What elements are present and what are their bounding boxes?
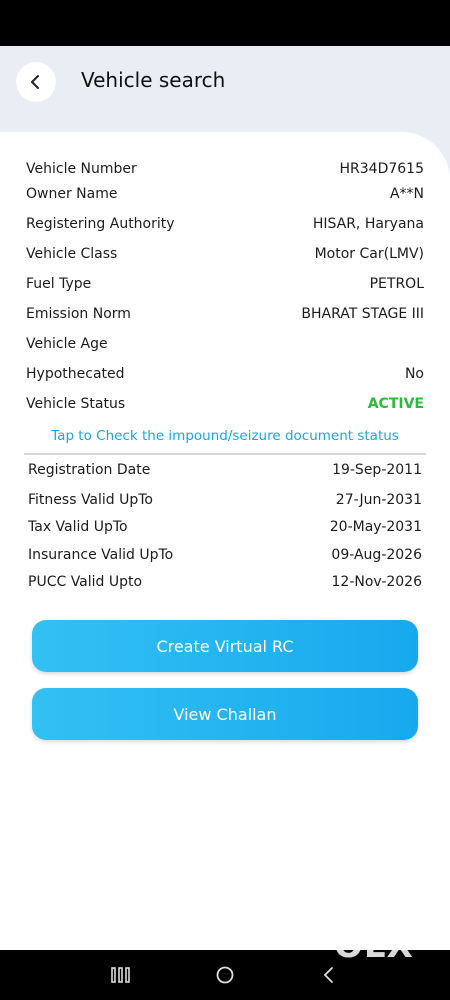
validity-row: Fitness Valid UpTo 27-Jun-2031 [28, 490, 422, 510]
detail-label: Vehicle Status [26, 396, 126, 412]
validity-row: PUCC Valid Upto 12-Nov-2026 [28, 572, 422, 592]
back-button[interactable] [16, 62, 56, 102]
chevron-left-icon [31, 75, 39, 89]
create-virtual-rc-button[interactable]: Create Virtual RC [32, 620, 418, 672]
validity-row: Insurance Valid UpTo 09-Aug-2026 [28, 545, 422, 565]
detail-label: Vehicle Number [26, 161, 137, 177]
validity-label: Tax Valid UpTo [28, 519, 128, 535]
validity-value: 19-Sep-2011 [332, 462, 422, 478]
divider [24, 453, 426, 455]
detail-value: PETROL [369, 276, 424, 292]
detail-value: A**N [389, 186, 424, 202]
validity-label: PUCC Valid Upto [28, 574, 143, 590]
detail-row: Vehicle Class Motor Car(LMV) [26, 244, 424, 264]
detail-row: Emission Norm BHARAT STAGE III [26, 304, 424, 324]
detail-value: HR34D7615 [339, 161, 424, 177]
detail-row: Owner Name A**N [26, 184, 424, 204]
status-bar [0, 0, 450, 46]
detail-row: Vehicle Age [26, 334, 424, 354]
detail-value: HISAR, Haryana [312, 216, 424, 232]
detail-row: Vehicle Number HR34D7615 [26, 159, 424, 179]
detail-value: No [404, 366, 424, 382]
detail-row: Vehicle Status ACTIVE [26, 394, 424, 414]
home-circle-icon [216, 966, 234, 984]
view-challan-button[interactable]: View Challan [32, 688, 418, 740]
recent-apps-icon [111, 967, 130, 983]
validity-label: Fitness Valid UpTo [28, 492, 153, 508]
validity-value: 09-Aug-2026 [331, 547, 422, 563]
validity-value: 27-Jun-2031 [335, 492, 422, 508]
detail-label: Vehicle Age [26, 336, 108, 352]
detail-row: Hypothecated No [26, 364, 424, 384]
olx-watermark: OLX [334, 926, 414, 966]
status-badge: ACTIVE [367, 396, 424, 412]
detail-value: BHARAT STAGE III [301, 306, 424, 322]
detail-label: Registering Authority [26, 216, 175, 232]
recent-apps-button[interactable] [110, 962, 132, 988]
chevron-left-icon [323, 967, 333, 983]
validity-value: 12-Nov-2026 [331, 574, 423, 590]
detail-row: Fuel Type PETROL [26, 274, 424, 294]
validity-row: Registration Date 19-Sep-2011 [28, 460, 422, 480]
detail-label: Vehicle Class [26, 246, 118, 262]
detail-row: Registering Authority HISAR, Haryana [26, 214, 424, 234]
detail-label: Hypothecated [26, 366, 125, 382]
home-button[interactable] [214, 962, 236, 988]
detail-label: Fuel Type [26, 276, 92, 292]
validity-row: Tax Valid UpTo 20-May-2031 [28, 517, 422, 537]
impound-status-link[interactable]: Tap to Check the impound/seizure documen… [0, 428, 450, 444]
detail-value: Motor Car(LMV) [314, 246, 424, 262]
page-title: Vehicle search [81, 68, 226, 92]
detail-label: Emission Norm [26, 306, 131, 322]
validity-label: Registration Date [28, 462, 151, 478]
validity-label: Insurance Valid UpTo [28, 547, 174, 563]
validity-value: 20-May-2031 [329, 519, 422, 535]
detail-label: Owner Name [26, 186, 118, 202]
